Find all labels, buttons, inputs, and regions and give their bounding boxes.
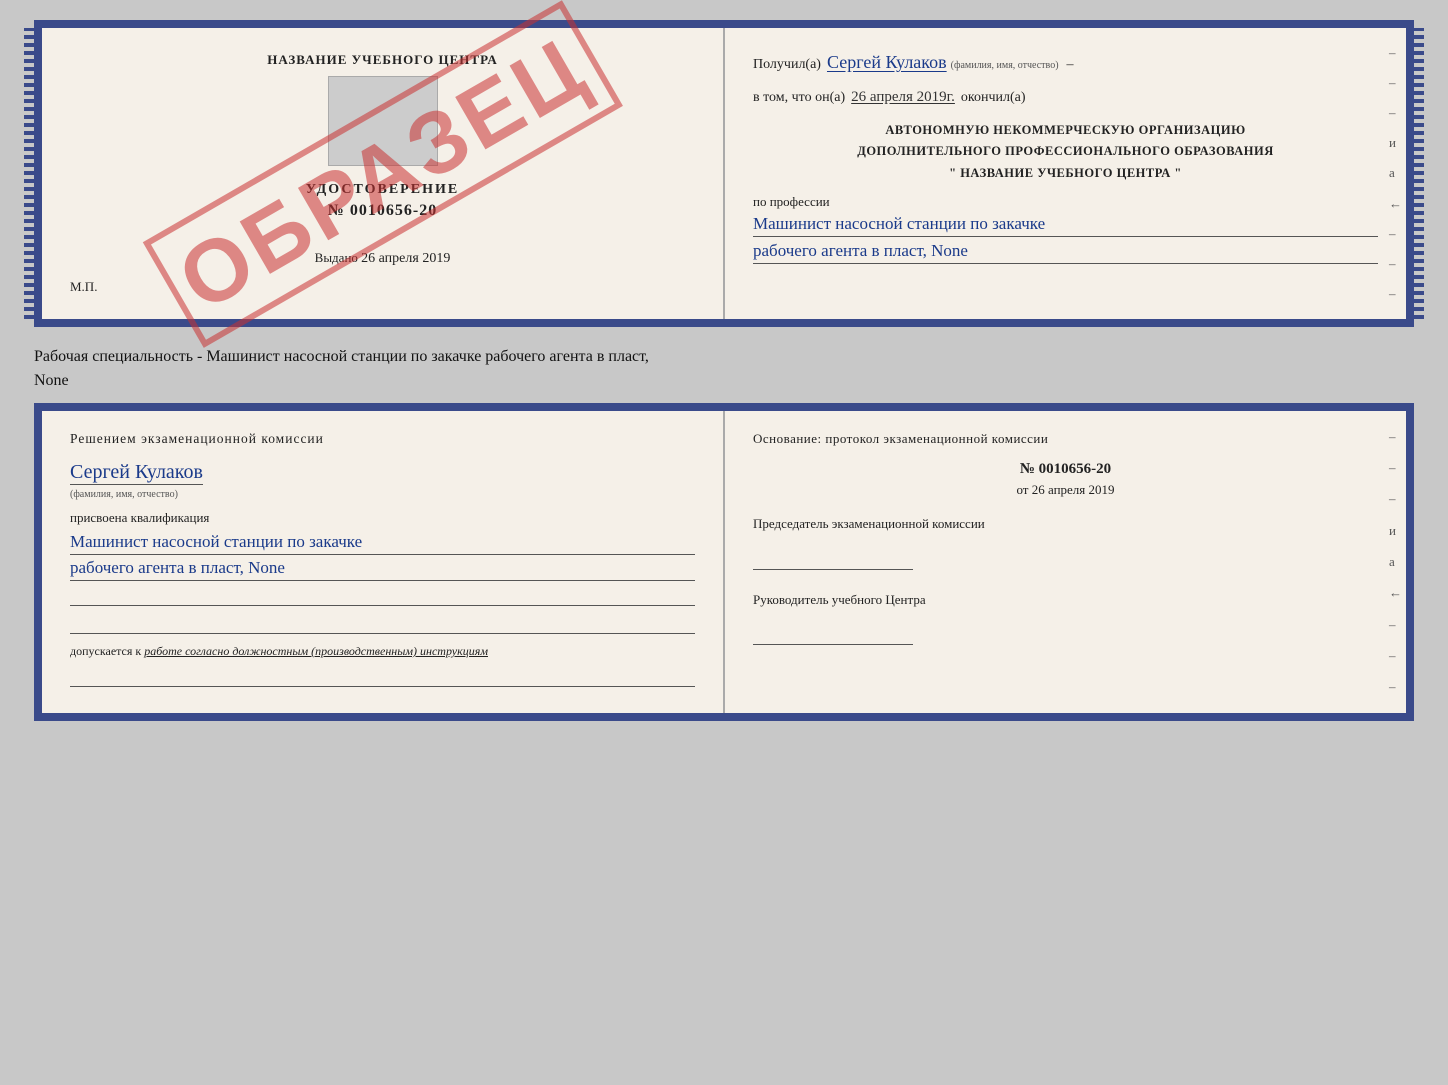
label-between: Рабочая специальность - Машинист насосно…	[34, 345, 1414, 393]
label-line2: None	[34, 372, 69, 389]
blank-line-2	[70, 612, 695, 634]
cert-top-left-panel: НАЗВАНИЕ УЧЕБНОГО ЦЕНТРА ОБРАЗЕЦ УДОСТОВ…	[42, 28, 725, 319]
recipient-label: Получил(а)	[753, 57, 821, 73]
profession-label: по профессии	[753, 194, 1378, 210]
qualification-line1: Машинист насосной станции по закачке	[70, 532, 695, 555]
org-line3: " НАЗВАНИЕ УЧЕБНОГО ЦЕНТРА "	[753, 163, 1378, 184]
commission-name-block: Сергей Кулаков (фамилия, имя, отчество)	[70, 461, 695, 500]
recipient-line: Получил(а) Сергей Кулаков (фамилия, имя,…	[753, 52, 1378, 73]
blank-line-3	[70, 665, 695, 687]
допускается-label: допускается к	[70, 644, 141, 658]
assigned-label: присвоена квалификация	[70, 510, 695, 526]
date-value: 26 апреля 2019г.	[851, 89, 955, 106]
chairman-block: Председатель экзаменационной комиссии	[753, 514, 1378, 570]
qualification-line2: рабочего агента в пласт, None	[70, 558, 695, 581]
cert-issued: Выдано 26 апреля 2019	[70, 250, 695, 267]
cert-bottom-right-panel: Основание: протокол экзаменационной коми…	[725, 411, 1406, 713]
org-line2: ДОПОЛНИТЕЛЬНОГО ПРОФЕССИОНАЛЬНОГО ОБРАЗО…	[753, 141, 1378, 162]
cert-number: № 0010656-20	[70, 202, 695, 220]
cert-heading: УДОСТОВЕРЕНИЕ	[70, 182, 695, 198]
date-line: в том, что он(а) 26 апреля 2019г. окончи…	[753, 89, 1378, 106]
recipient-sublabel: (фамилия, имя, отчество)	[951, 60, 1059, 71]
mp-label: М.П.	[70, 279, 695, 295]
org-line1: АВТОНОМНУЮ НЕКОММЕРЧЕСКУЮ ОРГАНИЗАЦИЮ	[753, 120, 1378, 141]
protocol-number: № 0010656-20	[753, 461, 1378, 478]
допускается-block: допускается к работе согласно должностны…	[70, 644, 695, 659]
commission-name-sublabel: (фамилия, имя, отчество)	[70, 489, 695, 500]
org-block: АВТОНОМНУЮ НЕКОММЕРЧЕСКУЮ ОРГАНИЗАЦИЮ ДО…	[753, 120, 1378, 184]
protocol-date-prefix: от	[1016, 482, 1028, 497]
recipient-name: Сергей Кулаков	[827, 52, 947, 73]
side-dashes-top-right: –––иа←–––	[1385, 28, 1406, 319]
cert-bottom-left-panel: Решением экзаменационной комиссии Сергей…	[42, 411, 725, 713]
commission-title: Решением экзаменационной комиссии	[70, 431, 695, 447]
cert-top-right-panel: Получил(а) Сергей Кулаков (фамилия, имя,…	[725, 28, 1406, 319]
chairman-signature-line	[753, 552, 913, 570]
issued-date: 26 апреля 2019	[361, 251, 450, 266]
logo-area: НАЗВАНИЕ УЧЕБНОГО ЦЕНТРА	[70, 52, 695, 166]
date-label: в том, что он(а)	[753, 90, 845, 106]
protocol-date: от 26 апреля 2019	[753, 482, 1378, 498]
certificate-top: НАЗВАНИЕ УЧЕБНОГО ЦЕНТРА ОБРАЗЕЦ УДОСТОВ…	[34, 20, 1414, 327]
issued-label: Выдано	[315, 250, 358, 265]
label-line1: Рабочая специальность - Машинист насосно…	[34, 348, 649, 365]
blank-line-1	[70, 584, 695, 606]
profession-line1: Машинист насосной станции по закачке	[753, 214, 1378, 237]
school-name-top: НАЗВАНИЕ УЧЕБНОГО ЦЕНТРА	[267, 52, 498, 68]
certificate-bottom: Решением экзаменационной комиссии Сергей…	[34, 403, 1414, 721]
okончил-label: окончил(а)	[961, 90, 1026, 106]
допускается-value: работе согласно должностным (производств…	[144, 644, 488, 658]
head-label: Руководитель учебного Центра	[753, 590, 1378, 610]
profession-line2: рабочего агента в пласт, None	[753, 241, 1378, 264]
side-dashes-bottom-right: –––иа←–––	[1385, 411, 1406, 713]
reason-title: Основание: протокол экзаменационной коми…	[753, 431, 1378, 447]
head-signature-line	[753, 627, 913, 645]
head-block: Руководитель учебного Центра	[753, 590, 1378, 646]
commission-name: Сергей Кулаков	[70, 461, 203, 485]
chairman-label: Председатель экзаменационной комиссии	[753, 514, 1378, 534]
protocol-date-value: 26 апреля 2019	[1032, 482, 1115, 497]
logo-placeholder	[328, 76, 438, 166]
